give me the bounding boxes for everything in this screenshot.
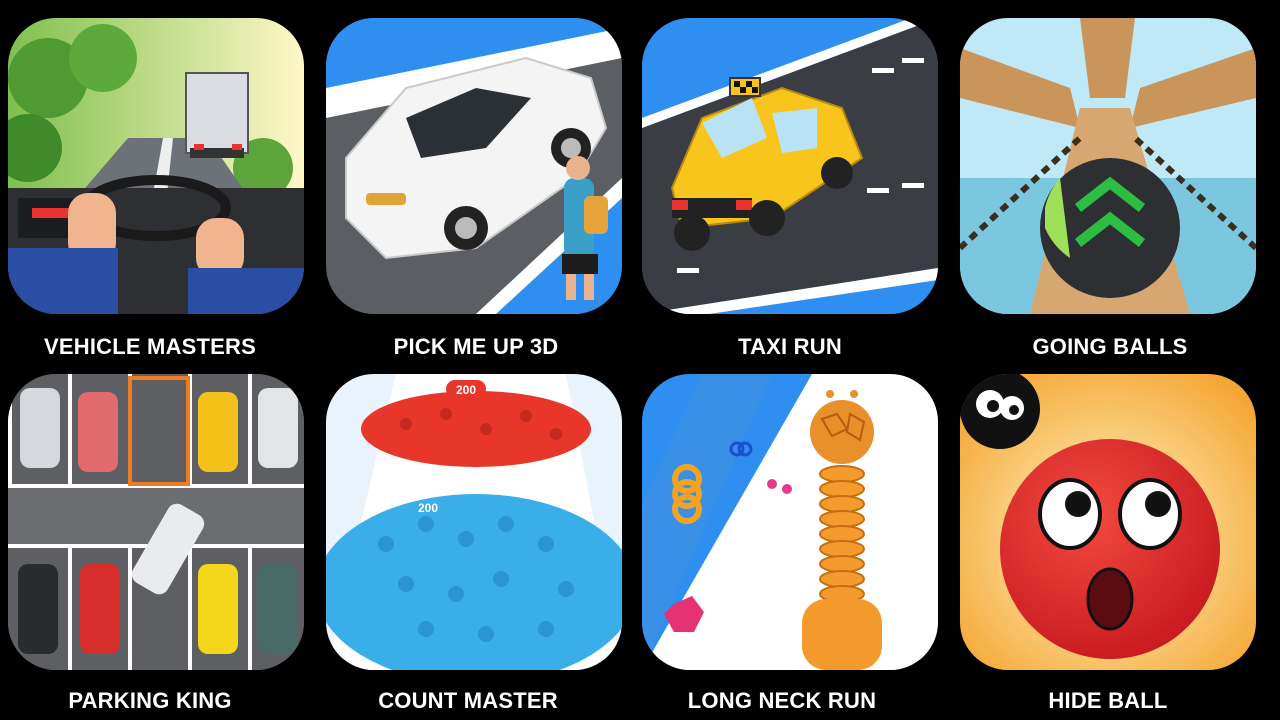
game-title: PICK ME UP 3D (393, 334, 559, 359)
game-tile-taxi-run[interactable] (642, 18, 938, 314)
truck-driving-icon (8, 18, 304, 314)
game-tile-pick-me-up-3d[interactable] (326, 18, 622, 314)
game-title: LONG NECK RUN (687, 688, 877, 713)
crowd-runner-icon: 200 200 (326, 374, 622, 670)
game-title: TAXI RUN (738, 334, 842, 359)
game-tile-vehicle-masters[interactable] (8, 18, 304, 314)
red-crowd-count: 200 (456, 383, 476, 397)
game-title: PARKING KING (68, 688, 232, 713)
white-car-passenger-icon (326, 18, 622, 314)
blue-crowd-count: 200 (418, 501, 438, 515)
red-ball-face-icon (960, 374, 1256, 670)
parking-lot-icon (8, 374, 304, 670)
rolling-ball-track-icon (960, 18, 1256, 314)
long-neck-giraffe-icon (642, 374, 938, 670)
game-tile-hide-ball[interactable] (960, 374, 1256, 670)
game-tile-count-master[interactable]: 200 200 (326, 374, 622, 670)
game-title: VEHICLE MASTERS (43, 334, 257, 359)
game-tile-long-neck-run[interactable] (642, 374, 938, 670)
game-tile-going-balls[interactable] (960, 18, 1256, 314)
game-title: COUNT MASTER (378, 688, 558, 713)
yellow-taxi-icon (642, 18, 938, 314)
game-title: GOING BALLS (1032, 334, 1188, 359)
game-tile-parking-king[interactable] (8, 374, 304, 670)
game-title: HIDE BALL (1048, 688, 1168, 713)
